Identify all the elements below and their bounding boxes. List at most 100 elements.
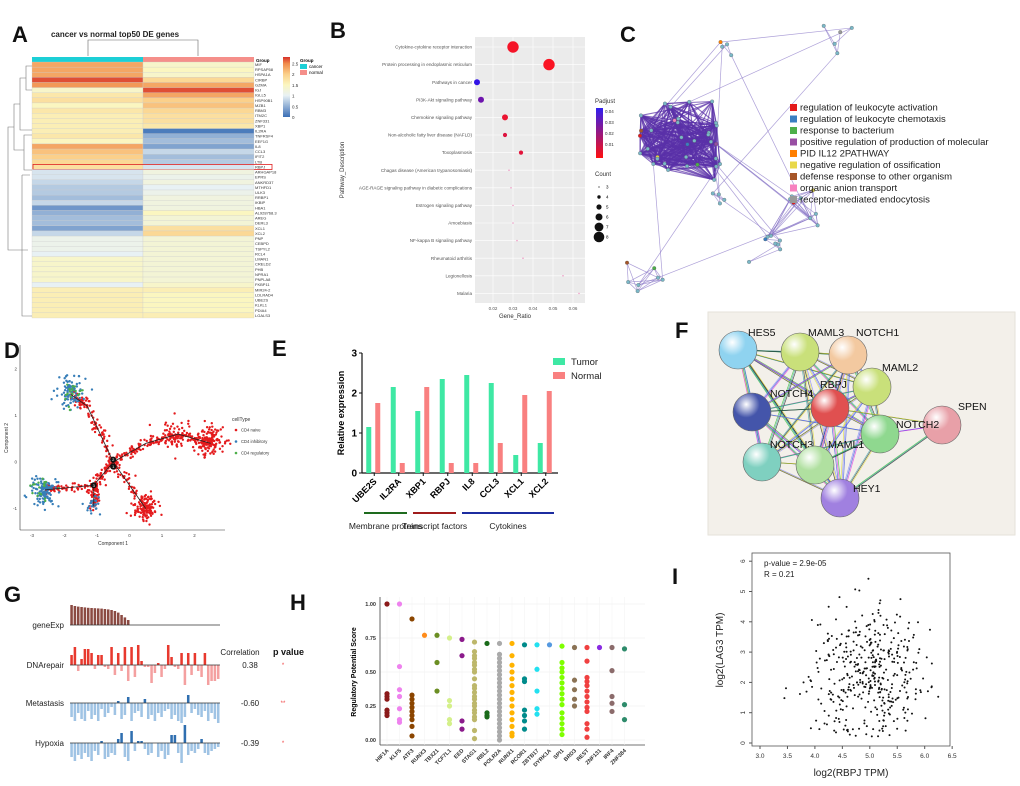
scatter-point [909, 677, 912, 680]
cell-point [115, 470, 119, 473]
colorbar-tick: 1 [292, 94, 295, 99]
score-point [446, 697, 453, 704]
cell-point [43, 497, 47, 500]
x-tick-label: UBE2S [350, 476, 378, 504]
heatmap-cell [142, 307, 255, 314]
heatmap-cell [31, 225, 144, 232]
network-node [636, 283, 641, 287]
cell-point [101, 431, 104, 434]
bar [83, 649, 87, 665]
scatter-point [879, 639, 882, 642]
cell-point [78, 392, 81, 396]
scatter-point [866, 640, 869, 643]
bar [156, 743, 160, 757]
scatter-point [868, 690, 871, 693]
protein-label: NOTCH2 [896, 419, 939, 431]
score-point [384, 601, 390, 607]
score-point [521, 642, 528, 648]
cell-point [149, 498, 153, 501]
scatter-point [883, 658, 886, 661]
score-point [471, 676, 478, 682]
bar [126, 665, 130, 681]
heatmap-cell [142, 138, 255, 145]
cell-point [153, 502, 157, 506]
scatter-point [852, 707, 855, 710]
scatter-point [815, 650, 818, 653]
network-node [725, 42, 729, 47]
cell-point [211, 438, 214, 441]
network-node [718, 162, 722, 166]
score-point [584, 693, 590, 700]
cell-point [56, 387, 59, 390]
row-label: Metastasis [26, 699, 64, 708]
cell-point [213, 450, 217, 453]
heatmap-cell [142, 92, 255, 98]
heatmap-cell [142, 184, 255, 191]
cell-point [133, 494, 136, 498]
network-node [773, 241, 778, 246]
cell-point [38, 477, 42, 480]
cell-point [97, 502, 100, 505]
cell-point [60, 393, 64, 396]
y-tick-label: 1 [14, 413, 17, 418]
x-tick-label: RBPJ [428, 476, 452, 500]
scatter-point [906, 682, 909, 685]
scatter-point [838, 696, 841, 699]
network-node [808, 216, 813, 221]
cell-point [190, 435, 194, 438]
bar [183, 665, 187, 685]
cell-point [54, 486, 57, 489]
panel-label-i: I [672, 564, 678, 589]
cell-point [221, 444, 224, 448]
cell-point [206, 449, 210, 453]
bar [153, 665, 157, 673]
colorbar [596, 108, 603, 158]
scatter-point [893, 672, 896, 675]
score-point [409, 616, 415, 622]
bar [126, 620, 130, 625]
scatter-point [863, 722, 866, 725]
cell-point [68, 384, 71, 387]
x-tick-label: 0.03 [509, 306, 518, 311]
scatter-point [826, 632, 829, 635]
cell-point [111, 444, 114, 447]
scatter-point [822, 642, 825, 645]
scatter-point [842, 676, 845, 679]
heatmap-cell [31, 169, 144, 175]
scatter-point [903, 686, 906, 689]
score-point [559, 715, 565, 721]
cell-point [152, 500, 156, 503]
heatmap-cell [142, 87, 255, 93]
heatmap-cell [142, 164, 255, 170]
score-point [484, 714, 490, 720]
cell-point [62, 401, 66, 405]
scatter-point [896, 650, 899, 653]
pathway-label: AGE-RAGE signaling pathway in diabetic c… [359, 185, 473, 190]
bar [163, 665, 167, 669]
scatter-point [890, 704, 893, 707]
cell-point [148, 443, 152, 447]
network-node [655, 156, 660, 161]
scatter-point [845, 646, 848, 649]
score-point [396, 706, 403, 712]
cell-point [173, 440, 177, 443]
score-point [559, 685, 565, 691]
network-edge [823, 25, 835, 45]
heatmap-cell [31, 154, 144, 160]
cell-point [100, 468, 103, 472]
bar [86, 703, 90, 711]
network-node [821, 23, 826, 28]
cell-point [166, 445, 170, 449]
cell-point [172, 438, 176, 441]
cell-point [65, 489, 68, 492]
cell-point [116, 453, 119, 456]
scatter-point [896, 674, 899, 677]
scatter-point [925, 656, 928, 659]
heatmap-cell [31, 184, 144, 191]
bar-tumor [439, 379, 445, 473]
cell-point [87, 399, 90, 403]
scatter-point [890, 641, 893, 644]
heatmap-cell [142, 235, 255, 242]
scatter-point [859, 645, 862, 648]
score-point [559, 702, 565, 708]
